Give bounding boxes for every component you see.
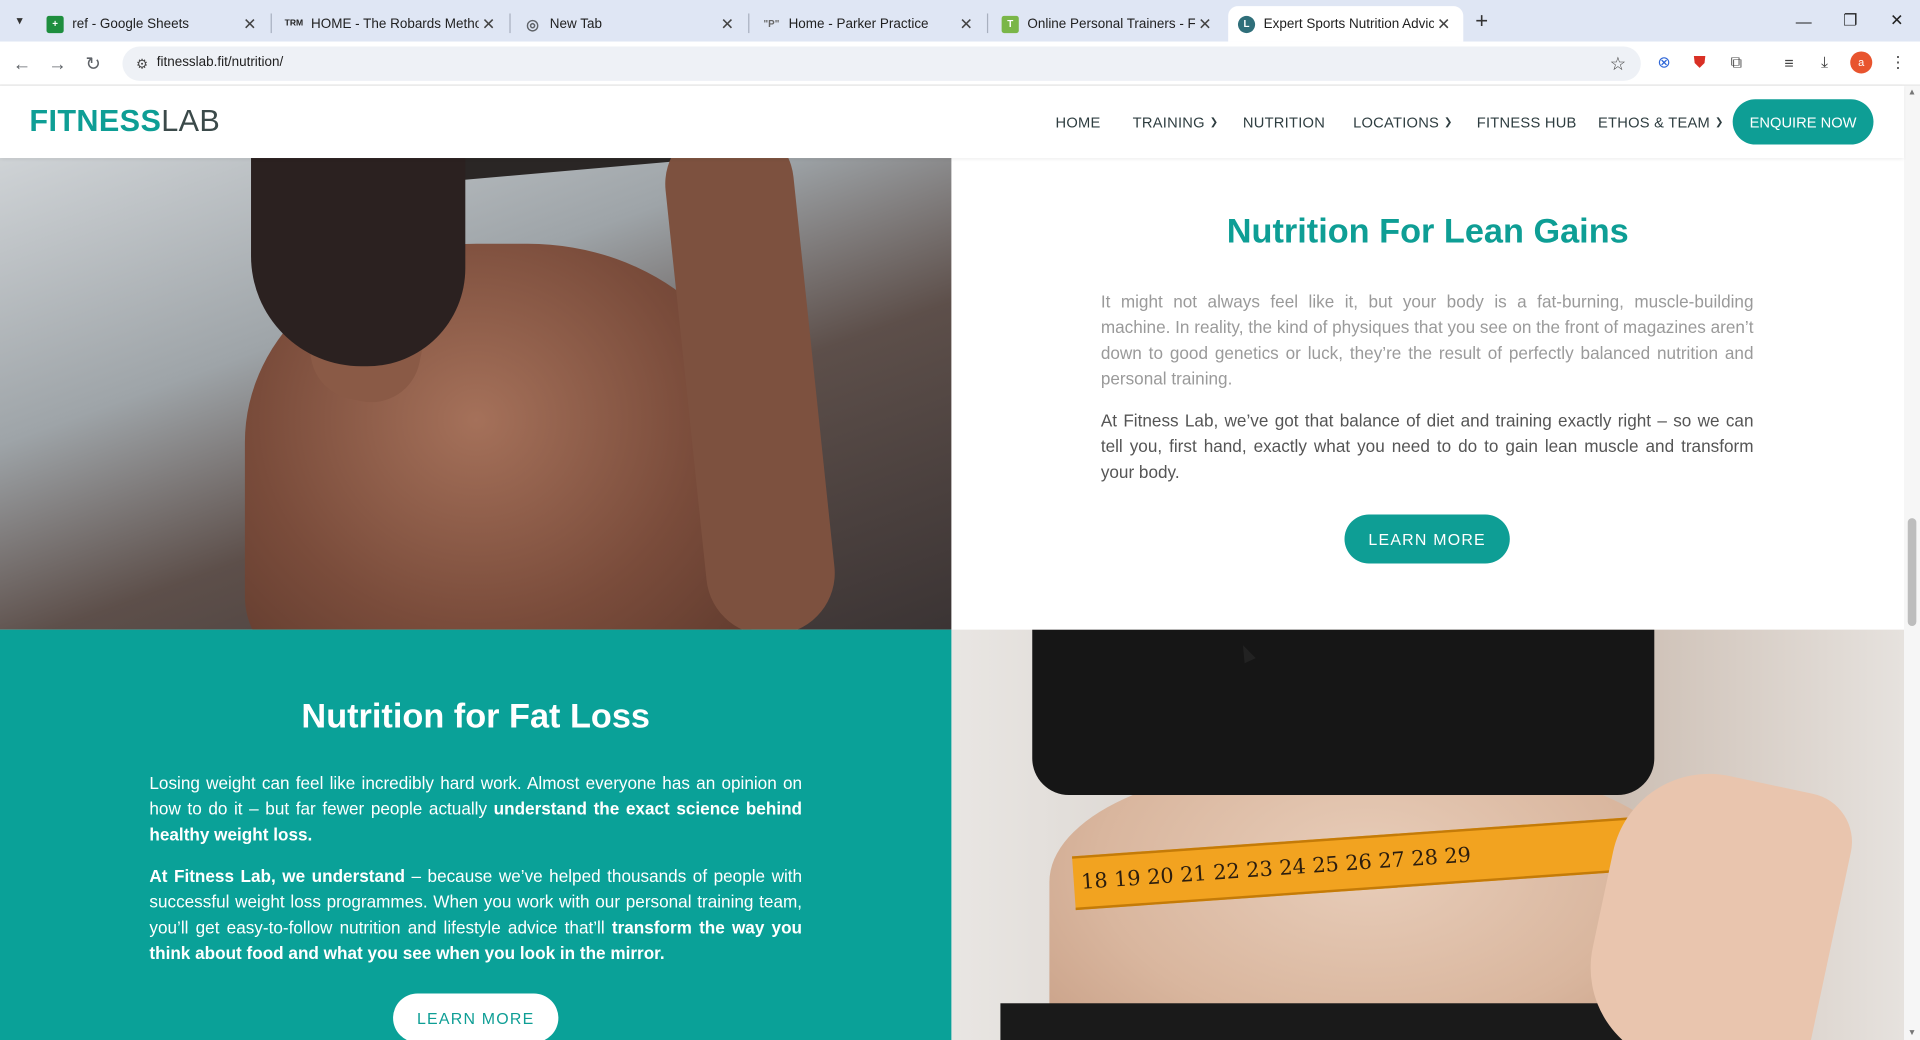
shield-extension-icon[interactable]: ⛊ [1689,51,1711,73]
nav-label: ETHOS & TEAM [1597,113,1711,131]
tab-google-sheets[interactable]: + ref - Google Sheets ✕ [37,6,270,42]
fat-loss-paragraph-2: At Fitness Lab, we understand – because … [149,864,802,967]
download-icon[interactable]: ⤓ [1813,51,1835,73]
tab-title: Online Personal Trainers - Fitnes [1027,16,1196,32]
parker-favicon-icon: "P" [763,18,780,30]
tab-online-personal-trainers[interactable]: T Online Personal Trainers - Fitnes ✕ [992,6,1225,42]
fitnesslab-logo[interactable]: FITNESSLAB [29,104,220,140]
menu-kebab-icon[interactable]: ⋮ [1887,51,1909,73]
scrollbar-thumb[interactable] [1907,518,1917,626]
reload-icon[interactable]: ↻ [80,50,107,77]
measuring-tape-photo: 18 19 20 21 22 23 24 25 26 27 28 29 [951,629,1905,1040]
lean-gains-paragraph-1: It might not always feel like it, but yo… [1100,291,1754,389]
close-window-icon[interactable]: ✕ [1873,0,1920,42]
extension-blue-icon[interactable]: ⊗ [1653,51,1675,73]
nav-ethos-team[interactable]: ETHOS & TEAM ❯ [1598,86,1723,158]
tab-parker-practice[interactable]: "P" Home - Parker Practice ✕ [753,6,986,42]
tab-title: HOME - The Robards Method [311,16,479,32]
nav-fitness-hub[interactable]: FITNESS HUB [1477,86,1577,158]
site-header: FITNESSLAB HOME TRAINING ❯ NUTRITION LOCA… [0,85,1905,159]
scroll-down-arrow-icon[interactable]: ▼ [1908,1029,1916,1038]
scroll-up-arrow-icon[interactable]: ▲ [1908,88,1916,97]
close-tab-icon[interactable]: ✕ [479,14,499,34]
minimize-icon[interactable]: — [1780,0,1827,42]
fat-loss-heading: Nutrition for Fat Loss [301,697,650,735]
sheets-favicon-icon: + [46,15,64,33]
logo-part-lab: LAB [161,104,221,139]
fat-loss-section: Nutrition for Fat Loss Losing weight can… [0,629,952,1040]
url-text: fitnesslab.fit/nutrition/ [156,55,284,70]
tab-title: Expert Sports Nutrition Advice | [1263,16,1434,32]
tab-separator [986,13,989,34]
back-arrow-icon[interactable]: ← [9,50,36,77]
enquire-now-button[interactable]: ENQUIRE NOW [1732,99,1874,145]
address-bar[interactable]: ⚙ fitnesslab.fit/nutrition/ ☆ [122,46,1641,81]
chrome-favicon-icon: ◎ [526,15,540,33]
profile-avatar[interactable]: a [1850,51,1873,74]
chevron-down-icon: ❯ [1714,116,1724,128]
close-tab-icon[interactable]: ✕ [956,14,976,34]
photo-hand-shape [1572,755,1862,1040]
fat-loss-bold-text: At Fitness Lab, we understand [149,866,405,886]
close-tab-icon[interactable]: ✕ [1195,14,1215,34]
close-tab-icon[interactable]: ✕ [240,14,260,34]
bookmark-star-icon[interactable]: ☆ [1610,53,1626,75]
pull-up-woman-photo [0,158,952,630]
lean-gains-learn-more-button[interactable]: LEARN MORE [1344,514,1510,564]
nav-label: LOCATIONS [1353,113,1440,131]
tab-title: Home - Parker Practice [788,16,929,32]
tab-separator [509,13,511,34]
tab-separator [270,13,272,34]
nav-label: NUTRITION [1242,113,1326,131]
screen: ▾ + ref - Google Sheets ✕ TRM HOME - The… [0,0,1920,1040]
lean-gains-heading: Nutrition For Lean Gains [1226,211,1629,250]
chevron-down-icon: ❯ [1209,116,1219,128]
browser-toolbar: ← → ↻ ⚙ fitnesslab.fit/nutrition/ ☆ [0,41,1920,86]
tab-title: ref - Google Sheets [72,16,190,32]
nav-label: FITNESS HUB [1476,113,1577,131]
fat-loss-learn-more-button[interactable]: LEARN MORE [393,993,559,1040]
chevron-down-icon: ❯ [1444,116,1453,128]
tab-strip: ▾ + ref - Google Sheets ✕ TRM HOME - The… [0,0,1920,42]
lean-gains-paragraph-2: At Fitness Lab, we’ve got that balance o… [1100,410,1754,482]
photo-sports-top-shape [1032,629,1655,796]
tab-expert-sports-nutrition[interactable]: L Expert Sports Nutrition Advice | ✕ [1228,6,1464,42]
trm-favicon-icon: TRM [284,19,304,29]
tab-title: New Tab [549,16,602,32]
tab-search-chevron-icon[interactable]: ▾ [7,9,31,34]
page-scrollbar[interactable]: ▲ ▼ [1904,85,1920,1040]
site-info-icon[interactable]: ⚙ [132,54,152,74]
close-tab-icon[interactable]: ✕ [718,14,738,34]
nav-locations[interactable]: LOCATIONS ❯ [1353,86,1452,158]
logo-part-fitness: FITNESS [29,104,162,139]
nav-training[interactable]: TRAINING ❯ [1133,86,1219,158]
tab-separator [748,13,750,34]
trainer-favicon-icon: T [1001,15,1019,33]
extensions-puzzle-icon[interactable]: ⧉ [1725,51,1747,73]
forward-arrow-icon[interactable]: → [44,50,71,77]
media-queue-icon[interactable]: ≡ [1778,51,1800,73]
fitnesslab-favicon-icon: L [1237,15,1256,33]
tab-robards-method[interactable]: TRM HOME - The Robards Method ✕ [276,6,509,42]
nav-label: HOME [1055,113,1101,131]
nav-nutrition[interactable]: NUTRITION [1243,86,1325,158]
photo-shorts-shape [1000,1003,1687,1040]
tab-new-tab[interactable]: ◎ New Tab ✕ [514,6,747,42]
new-tab-plus-icon[interactable]: + [1469,8,1493,34]
close-tab-icon[interactable]: ✕ [1434,14,1454,34]
lean-gains-section: Nutrition For Lean Gains It might not al… [951,158,1905,630]
nav-home[interactable]: HOME [1056,86,1101,158]
nav-label: TRAINING [1132,113,1205,131]
fat-loss-paragraph-1: Losing weight can feel like incredibly h… [149,771,802,848]
restore-icon[interactable]: ❐ [1827,0,1874,42]
